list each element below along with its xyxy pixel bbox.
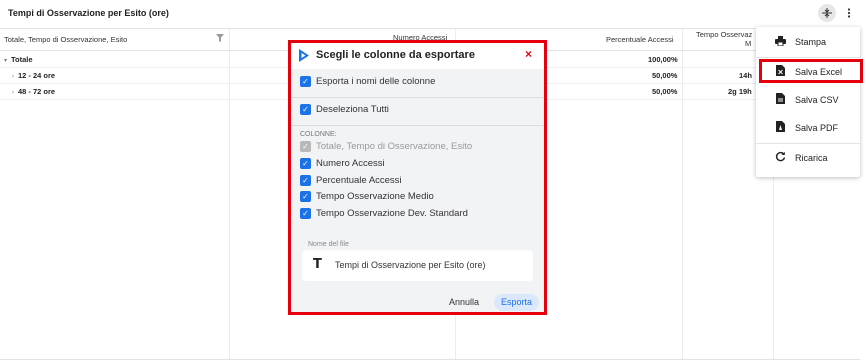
menu-item-label: Ricarica [795,153,828,163]
row-label-text: 48 - 72 ore [18,87,56,96]
dialog-title: Scegli le colonne da esportare [316,49,475,61]
checkbox-checked-icon[interactable]: ✓ [300,104,311,115]
cancel-button[interactable]: Annulla [449,297,479,307]
row-label[interactable]: ▾ Totale [4,55,33,64]
menu-item-label: Stampa [795,37,827,47]
checkbox-label: Esporta i nomi delle colonne [316,76,436,87]
column-checkbox-percentuale-accessi[interactable]: ✓ Percentuale Accessi [300,175,402,186]
file-name-input[interactable]: Tempi di Osservazione per Esito (ore) [335,260,486,270]
expand-toggle-icon[interactable] [818,4,836,22]
checkbox-checked-icon[interactable]: ✓ [300,208,311,219]
row-label[interactable]: › 48 - 72 ore [12,87,55,96]
export-button[interactable]: Esporta [494,294,539,311]
cell-percentuale: 100,00% [648,55,678,64]
print-icon [773,35,787,49]
checkbox-checked-icon[interactable]: ✓ [300,191,311,202]
cell-tempo-medio: 2g 19h [728,87,752,96]
columns-section-label: COLONNE: [300,131,337,138]
column-checkbox-tempo-dev-standard[interactable]: ✓ Tempo Osservazione Dev. Standard [300,208,468,219]
checkbox-label: Tempo Osservazione Medio [316,191,434,202]
expand-caret-icon[interactable]: › [12,90,14,96]
row-label[interactable]: › 12 - 24 ore [12,71,55,80]
checkbox-checked-icon[interactable]: ✓ [300,158,311,169]
dialog-header: Scegli le colonne da esportare × [291,43,544,69]
column-checkbox-dimension: ✓ Totale, Tempo di Osservazione, Esito [300,141,472,152]
cell-percentuale: 50,00% [652,71,678,80]
header-percentuale-accessi[interactable]: Percentuale Accessi [606,35,674,44]
checkbox-label: Deseleziona Tutti [316,104,389,115]
csv-file-icon [773,93,787,107]
panel-toolbar [818,4,858,22]
menu-item-stampa[interactable]: Stampa [756,31,860,53]
export-dialog: Scegli le colonne da esportare × ✓ Esport… [288,40,547,315]
expand-caret-icon[interactable]: › [12,74,14,80]
checkbox-label: Tempo Osservazione Dev. Standard [316,208,468,219]
pdf-file-icon [773,121,787,135]
collapse-caret-icon[interactable]: ▾ [4,58,7,64]
app-logo-icon [299,49,309,62]
cell-percentuale: 50,00% [652,87,678,96]
close-icon[interactable]: × [525,47,532,61]
header-tempo-medio-line2: M [745,39,752,48]
checkbox-label: Numero Accessi [316,158,385,169]
column-checkbox-tempo-medio[interactable]: ✓ Tempo Osservazione Medio [300,191,434,202]
menu-item-label: Salva CSV [795,95,839,105]
export-column-names-checkbox[interactable]: ✓ Esporta i nomi delle colonne [300,76,435,87]
filter-icon[interactable] [216,34,224,42]
checkbox-checked-icon[interactable]: ✓ [300,76,311,87]
row-label-text: Totale [11,55,33,64]
menu-item-ricarica[interactable]: Ricarica [756,147,860,169]
checkbox-checked-icon[interactable]: ✓ [300,175,311,186]
checkbox-label: Totale, Tempo di Osservazione, Esito [316,141,473,152]
column-checkbox-numero-accessi[interactable]: ✓ Numero Accessi [300,158,385,169]
salva-excel-highlight [759,59,863,83]
checkbox-disabled-icon: ✓ [300,141,311,152]
file-name-label: Nome del file [308,241,349,248]
menu-item-salva-csv[interactable]: Salva CSV [756,89,860,111]
deselect-all-checkbox[interactable]: ✓ Deseleziona Tutti [300,104,389,115]
cell-tempo-medio: 14h [739,71,752,80]
more-vert-icon[interactable] [840,4,858,22]
menu-item-label: Salva PDF [795,123,839,133]
file-name-field[interactable]: T Tempi di Osservazione per Esito (ore) [302,250,533,281]
checkbox-label: Percentuale Accessi [316,175,402,186]
menu-item-salva-pdf[interactable]: Salva PDF [756,117,860,139]
panel-title: Tempi di Osservazione per Esito (ore) [8,8,169,18]
text-format-icon: T [313,257,322,272]
header-tempo-medio[interactable]: Tempo Osservaz [696,30,752,39]
header-dimension[interactable]: Totale, Tempo di Osservazione, Esito [4,35,127,44]
row-label-text: 12 - 24 ore [18,71,56,80]
export-menu: Stampa Salva Excel Salva CSV Salva PDF R… [756,27,860,177]
refresh-icon [773,151,787,165]
